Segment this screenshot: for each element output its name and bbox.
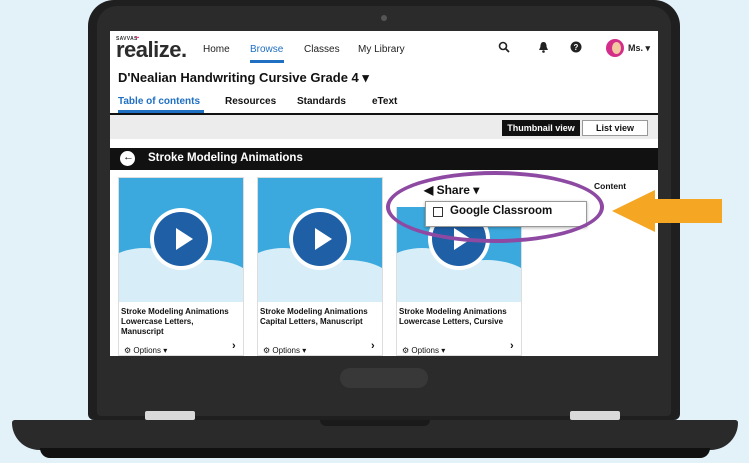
tab-standards[interactable]: Standards [297, 96, 346, 107]
user-menu[interactable]: Ms. ▾ [628, 43, 650, 54]
chevron-right-icon[interactable]: › [232, 340, 236, 352]
laptop-base-edge [40, 448, 710, 458]
laptop-brand-plate [340, 368, 428, 388]
tab-resources[interactable]: Resources [225, 96, 276, 107]
card-thumbnail[interactable] [119, 178, 243, 302]
pointer-arrow-icon [612, 190, 655, 232]
options-menu[interactable]: ⚙ Options ▾ [263, 346, 306, 355]
card-title[interactable]: Stroke Modeling Animations Capital Lette… [260, 307, 384, 327]
play-icon[interactable] [315, 228, 332, 250]
options-menu[interactable]: ⚙ Options ▾ [402, 346, 445, 355]
highlight-circle [386, 171, 604, 243]
laptop-notch [320, 420, 430, 426]
search-icon[interactable] [498, 41, 510, 53]
tab-table-of-contents[interactable]: Table of contents [118, 96, 200, 107]
list-view-button[interactable]: List view [582, 120, 648, 136]
chevron-right-icon[interactable]: › [510, 340, 514, 352]
nav-classes[interactable]: Classes [304, 44, 340, 55]
nav-active-indicator [250, 60, 284, 63]
back-arrow-icon: ← [123, 151, 134, 163]
options-menu[interactable]: ⚙ Options ▾ [124, 346, 167, 355]
nav-home[interactable]: Home [203, 44, 230, 55]
webcam [381, 15, 387, 21]
pointer-arrow-body [654, 199, 722, 223]
left-hinge [145, 411, 195, 420]
right-hinge [570, 411, 620, 420]
bell-icon[interactable] [538, 41, 549, 53]
section-title: Stroke Modeling Animations [148, 152, 303, 164]
card-title[interactable]: Stroke Modeling Animations Lowercase Let… [399, 307, 523, 327]
play-icon[interactable] [176, 228, 193, 250]
card-title[interactable]: Stroke Modeling Animations Lowercase Let… [121, 307, 245, 337]
chevron-right-icon[interactable]: › [371, 340, 375, 352]
nav-my-library[interactable]: My Library [358, 44, 405, 55]
avatar-face [612, 42, 621, 54]
card-thumbnail[interactable] [258, 178, 382, 302]
thumbnail-view-button[interactable]: Thumbnail view [502, 120, 580, 136]
nav-browse[interactable]: Browse [250, 44, 283, 55]
realize-logo[interactable]: realize. [116, 39, 187, 61]
help-icon[interactable]: ? [570, 41, 582, 53]
program-title[interactable]: D'Nealian Handwriting Cursive Grade 4 ▾ [118, 70, 369, 86]
svg-text:?: ? [574, 43, 579, 52]
tab-etext[interactable]: eText [372, 96, 397, 107]
